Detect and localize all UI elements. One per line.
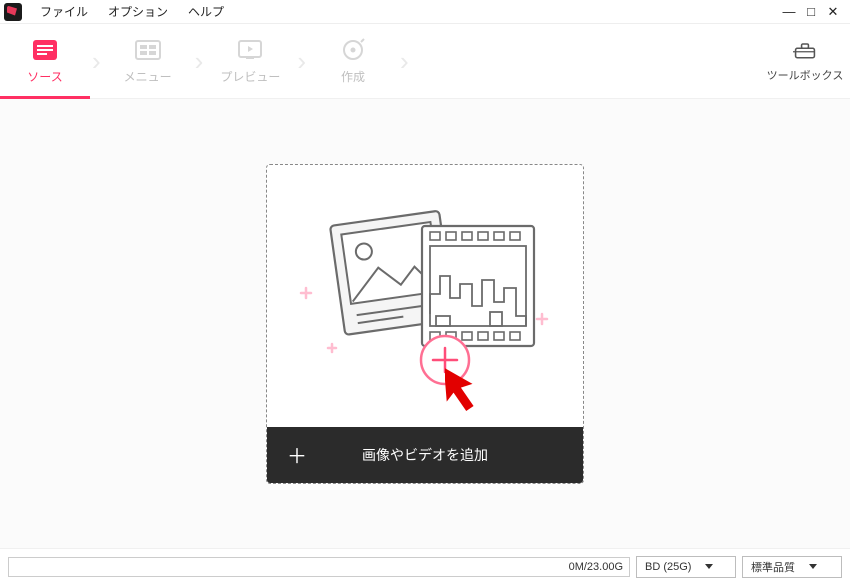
menu-step-icon — [134, 38, 162, 62]
add-media-button[interactable]: ＋ 画像やビデオを追加 — [267, 427, 583, 483]
disc-type-value: BD (25G) — [645, 561, 691, 573]
source-icon — [31, 38, 59, 62]
pointer-arrow — [445, 363, 485, 413]
chevron-icon: › — [295, 46, 308, 77]
capacity-text: 0M/23.00G — [569, 561, 623, 573]
close-button[interactable] — [822, 0, 844, 24]
menu-help[interactable]: ヘルプ — [178, 0, 234, 24]
tab-source[interactable]: ソース — [0, 24, 90, 98]
tab-create-label: 作成 — [341, 68, 365, 85]
create-icon — [339, 38, 367, 62]
chevron-icon: › — [193, 46, 206, 77]
tab-menu-label: メニュー — [124, 68, 172, 85]
plus-icon: ＋ — [287, 440, 307, 469]
maximize-button[interactable] — [800, 0, 822, 24]
quality-select[interactable]: 標準品質 — [742, 556, 842, 578]
chevron-icon: › — [398, 46, 411, 77]
tab-preview[interactable]: プレビュー — [205, 24, 295, 98]
tab-preview-label: プレビュー — [220, 68, 280, 85]
minimize-button[interactable] — [778, 0, 800, 24]
app-logo — [4, 3, 22, 21]
dropzone[interactable]: ＋ 画像やビデオを追加 — [266, 164, 584, 484]
preview-icon — [236, 38, 264, 62]
capacity-bar: 0M/23.00G — [8, 557, 630, 577]
tab-menu[interactable]: メニュー — [103, 24, 193, 98]
quality-value: 標準品質 — [751, 559, 795, 575]
add-media-label: 画像やビデオを追加 — [362, 445, 488, 465]
tab-source-label: ソース — [27, 68, 62, 85]
toolbox-icon — [793, 39, 817, 61]
menu-file[interactable]: ファイル — [30, 0, 98, 24]
menu-options[interactable]: オプション — [98, 0, 178, 24]
toolbox-button[interactable]: ツールボックス — [760, 24, 850, 98]
disc-type-select[interactable]: BD (25G) — [636, 556, 736, 578]
chevron-icon: › — [90, 46, 103, 77]
toolbox-label: ツールボックス — [767, 67, 844, 83]
tab-create[interactable]: 作成 — [308, 24, 398, 98]
drop-illustration — [267, 165, 583, 427]
